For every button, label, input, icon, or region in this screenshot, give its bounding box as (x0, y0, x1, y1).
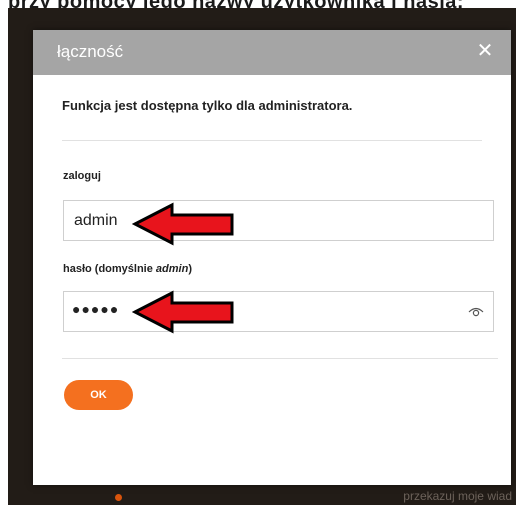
connectivity-dialog: łączność ✕ Funkcja jest dostępna tylko d… (33, 30, 511, 485)
divider (62, 358, 498, 359)
ok-button[interactable]: OK (64, 380, 133, 410)
login-input-value: admin (74, 212, 118, 229)
background-link-text: przekazuj moje wiad (403, 489, 512, 503)
dialog-title: łączność (57, 42, 124, 61)
close-icon[interactable]: ✕ (473, 39, 497, 63)
red-arrow-annotation (132, 202, 234, 246)
divider (62, 140, 482, 141)
red-arrow-annotation (132, 290, 234, 334)
password-input[interactable]: ●●●●● (63, 291, 494, 332)
password-label: hasło (domyślnie admin) (63, 263, 192, 275)
login-input[interactable]: admin (63, 200, 494, 241)
password-input-value: ●●●●● (72, 301, 120, 317)
eye-icon[interactable] (468, 306, 484, 318)
login-label: zaloguj (63, 170, 101, 182)
dialog-header: łączność ✕ (33, 30, 511, 75)
background-dot (115, 494, 122, 501)
admin-only-notice: Funkcja jest dostępna tylko dla administ… (62, 98, 353, 113)
